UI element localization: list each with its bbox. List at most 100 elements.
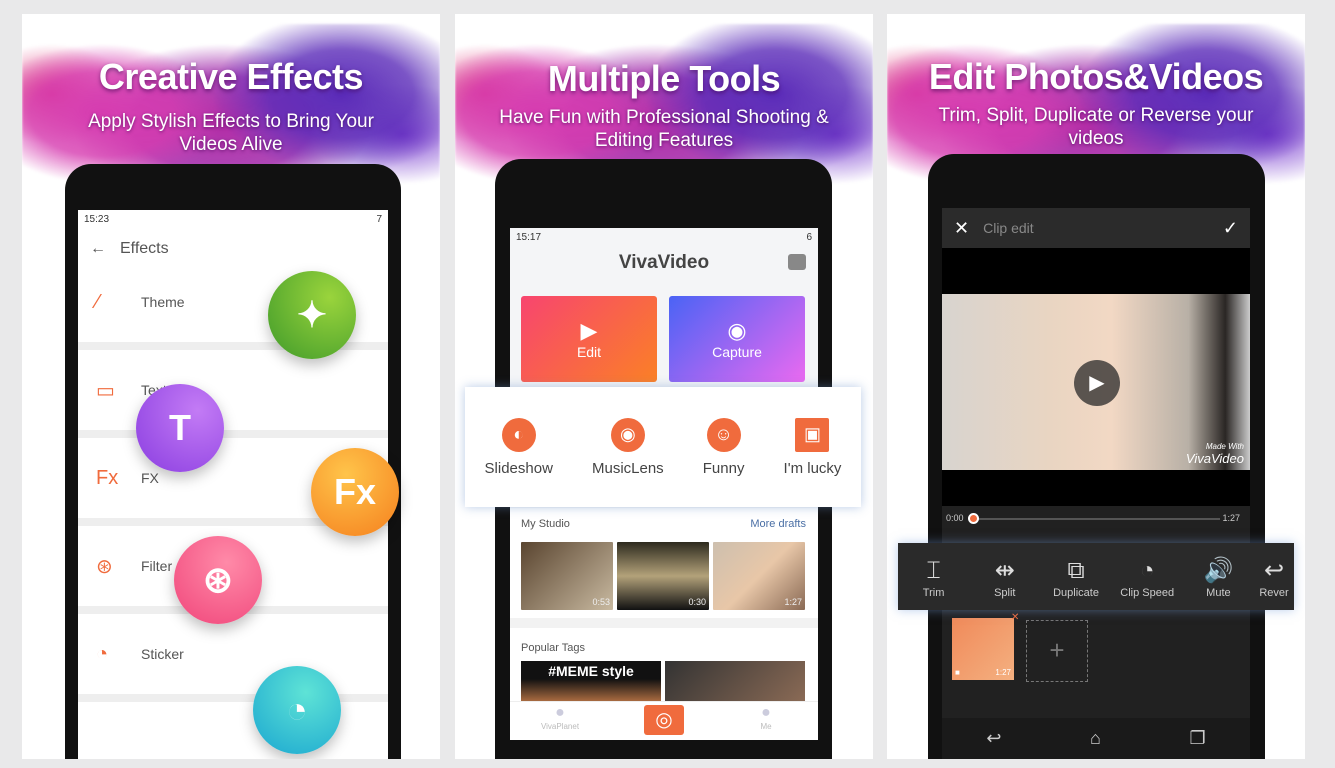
watermark-text: VivaVideo xyxy=(1185,451,1244,466)
tool-label: Rever xyxy=(1259,586,1289,599)
tool-label: Trim xyxy=(922,586,945,599)
tool-mute[interactable]: 🔊 Mute xyxy=(1183,555,1254,599)
duplicate-icon: ⧉ xyxy=(1067,556,1085,584)
capture-label: Capture xyxy=(712,344,762,360)
time-end: 1:27 xyxy=(1222,513,1240,523)
speedometer-icon: ◔ xyxy=(1139,556,1155,584)
text-icon: T xyxy=(136,384,224,472)
camera-record-button[interactable]: ◎ xyxy=(644,705,684,735)
tool-funny[interactable]: ☺ Funny xyxy=(702,417,745,477)
recents-nav-icon[interactable]: ❐ xyxy=(1190,728,1206,749)
draft-duration: 0:30 xyxy=(688,597,706,607)
tool-trim[interactable]: ⌶ Trim xyxy=(898,555,969,599)
item-label: Sticker xyxy=(141,646,184,662)
profile-icon: ● xyxy=(761,704,771,721)
tool-label: Split xyxy=(994,586,1016,599)
tool-label: MusicLens xyxy=(591,459,664,477)
capture-button[interactable]: ◉ Capture xyxy=(669,296,805,382)
film-icon: ▶ xyxy=(580,318,598,343)
slideshow-icon: ◐ xyxy=(501,417,536,452)
vivavideo-logo: VivaVideo xyxy=(618,252,710,273)
status-bar: 15:17 6 xyxy=(510,228,818,250)
funny-face-icon: ☺ xyxy=(706,417,741,452)
more-drafts-link[interactable]: More drafts xyxy=(750,518,806,530)
panel-edit-photos-videos: Edit Photos&Videos Trim, Split, Duplicat… xyxy=(887,14,1305,759)
screen-header: Effects xyxy=(120,240,169,257)
sticker-icon: ◔ xyxy=(253,666,341,754)
scrubber-handle[interactable] xyxy=(968,513,979,524)
draft-thumbnail[interactable]: 0:30 xyxy=(617,542,709,610)
panel-title: Multiple Tools xyxy=(547,58,781,99)
video-preview[interactable]: ▶ Made With VivaVideo xyxy=(942,294,1250,470)
remove-clip-icon[interactable]: ✕ xyxy=(1011,612,1019,623)
nav-me[interactable]: ● Me xyxy=(736,704,796,731)
tool-label: Mute xyxy=(1206,586,1231,599)
draft-thumbnail[interactable]: 0:53 xyxy=(521,542,613,610)
panel-subtitle: Have Fun with Professional Shooting & Ed… xyxy=(499,107,829,151)
draft-thumbnail[interactable]: 1:27 xyxy=(713,542,805,610)
popular-tags-heading: Popular Tags xyxy=(521,642,586,654)
phone-frame: ✕ Clip edit ✓ ▶ Made With VivaVideo 0:00 … xyxy=(928,154,1265,759)
confirm-check-icon[interactable]: ✓ xyxy=(1223,218,1238,239)
speaker-icon: 🔊 xyxy=(1203,556,1234,584)
text-icon: ▭ xyxy=(96,379,115,402)
nav-label: VivaPlanet xyxy=(540,722,580,731)
edit-toolbar: ⌶ Trim ⇹ Split ⧉ Duplicate ◔ Clip Speed 🔊 Mut… xyxy=(898,543,1294,610)
sticker-icon: ◔ xyxy=(96,642,109,665)
panel-title: Edit Photos&Videos xyxy=(928,56,1264,97)
tool-split[interactable]: ⇹ Split xyxy=(969,555,1040,599)
status-time: 15:23 xyxy=(84,214,110,225)
tool-slideshow[interactable]: ◐ Slideshow xyxy=(485,417,553,477)
play-icon[interactable]: ▶ xyxy=(1074,360,1120,406)
add-clip-button[interactable]: + xyxy=(1026,620,1088,682)
edit-label: Edit xyxy=(576,344,602,360)
back-nav-icon[interactable]: ↩ xyxy=(986,728,1001,749)
item-label: Theme xyxy=(141,294,185,310)
tag-card-meme[interactable]: #MEME style xyxy=(521,661,661,701)
tool-clip-speed[interactable]: ◔ Clip Speed xyxy=(1112,555,1183,599)
tool-label: I'm lucky xyxy=(783,459,842,477)
edit-button[interactable]: ▶ Edit xyxy=(521,296,657,382)
draft-duration: 1:27 xyxy=(784,597,802,607)
tool-label: Funny xyxy=(702,459,745,477)
gift-icon: ▣ xyxy=(795,417,830,452)
fx-icon: Fx xyxy=(96,466,119,489)
panel-subtitle: Apply Stylish Effects to Bring Your Vide… xyxy=(88,111,374,155)
clip-thumbnail[interactable]: ■ 1:27 xyxy=(952,618,1014,680)
musiclens-icon: ◉ xyxy=(610,417,645,452)
close-icon[interactable]: ✕ xyxy=(954,218,969,239)
home-nav-icon[interactable]: ⌂ xyxy=(1090,728,1101,749)
nav-label: Me xyxy=(760,722,772,731)
watermark: Made With VivaVideo xyxy=(1186,442,1244,466)
tool-duplicate[interactable]: ⧉ Duplicate xyxy=(1040,555,1111,599)
tools-card: ◐ Slideshow ◉ MusicLens ☺ Funny ▣ I'm lucky xyxy=(465,387,861,507)
split-icon: ⇹ xyxy=(994,556,1015,584)
planet-icon: ● xyxy=(555,704,565,721)
tool-musiclens[interactable]: ◉ MusicLens xyxy=(591,417,664,477)
effect-item-text[interactable]: ▭ Text xyxy=(78,350,388,430)
video-camera-icon: ■ xyxy=(955,668,960,677)
tag-card[interactable] xyxy=(665,661,805,701)
nav-vivaplanet[interactable]: ● VivaPlanet xyxy=(530,704,590,731)
store-icon[interactable] xyxy=(788,254,806,270)
battery-level: 6 xyxy=(806,232,812,243)
battery-level: 7 xyxy=(376,214,382,225)
watermark-text: Made With xyxy=(1205,442,1244,451)
item-label: Filter xyxy=(141,558,173,574)
panel-title: Creative Effects xyxy=(98,56,364,97)
tool-reverse[interactable]: ↩ Rever xyxy=(1254,555,1294,599)
back-arrow-icon[interactable]: ← xyxy=(90,240,106,258)
timeline-scrubber[interactable] xyxy=(972,518,1220,520)
status-bar: 15:23 7 xyxy=(78,210,388,232)
my-studio-heading: My Studio xyxy=(521,518,570,530)
filter-icon: ⊛ xyxy=(96,555,113,578)
camera-icon: ◉ xyxy=(727,318,747,343)
tool-label: Clip Speed xyxy=(1120,586,1175,599)
panel-creative-effects: Creative Effects Apply Stylish Effects t… xyxy=(22,14,440,759)
screen-title: Clip edit xyxy=(983,220,1034,236)
effect-item-sticker[interactable]: ◔ Sticker xyxy=(78,614,388,694)
draft-duration: 0:53 xyxy=(592,597,610,607)
panel-multiple-tools: Multiple Tools Have Fun with Professiona… xyxy=(455,14,873,759)
time-start: 0:00 xyxy=(946,513,964,523)
tool-im-lucky[interactable]: ▣ I'm lucky xyxy=(783,417,842,477)
